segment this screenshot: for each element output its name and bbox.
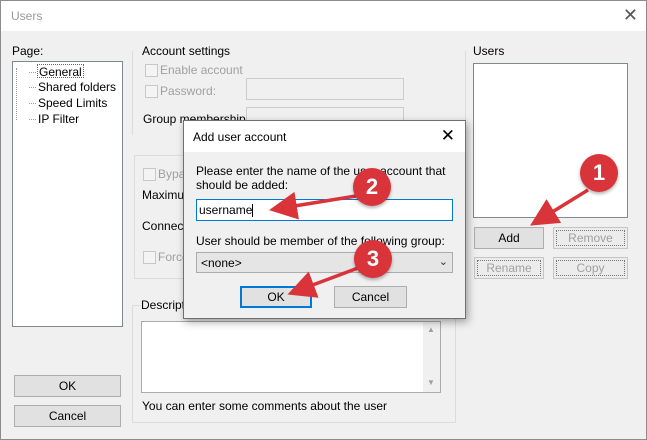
dialog-title: Add user account bbox=[193, 130, 287, 144]
username-input[interactable]: username bbox=[196, 199, 453, 221]
account-settings-title: Account settings bbox=[142, 44, 231, 58]
tree-item-shared-folders[interactable]: Shared folders bbox=[28, 80, 116, 94]
group-select-value: <none> bbox=[201, 256, 242, 270]
add-user-label: Add bbox=[498, 231, 520, 245]
users-label: Users bbox=[473, 44, 505, 58]
password-label: Password: bbox=[160, 84, 217, 98]
page-tree[interactable]: General Shared folders Speed Limits IP F… bbox=[12, 61, 123, 327]
copy-user-label: Copy bbox=[576, 261, 605, 275]
comments-scrollbar[interactable]: ▲ ▼ bbox=[423, 322, 440, 392]
tree-item-ip-filter[interactable]: IP Filter bbox=[28, 112, 79, 126]
comments-hint: You can enter some comments about the us… bbox=[142, 399, 388, 413]
bypass-checkbox[interactable] bbox=[143, 168, 156, 181]
enable-account-checkbox[interactable] bbox=[145, 64, 158, 77]
dialog-prompt: Please enter the name of the user accoun… bbox=[196, 164, 446, 192]
rename-user-button[interactable]: Rename bbox=[474, 257, 544, 279]
force-checkbox[interactable] bbox=[143, 251, 156, 264]
dialog-ok-label: OK bbox=[267, 290, 285, 304]
chevron-down-icon[interactable]: ⌄ bbox=[439, 255, 448, 268]
copy-user-button[interactable]: Copy bbox=[553, 257, 628, 279]
page-label: Page: bbox=[12, 44, 44, 58]
comments-textarea[interactable]: ▲ ▼ bbox=[141, 321, 441, 393]
close-icon[interactable]: ✕ bbox=[623, 5, 638, 25]
title-bar: Users ✕ bbox=[1, 1, 646, 31]
scroll-down-icon[interactable]: ▼ bbox=[427, 378, 435, 387]
main-ok-button[interactable]: OK bbox=[14, 375, 121, 397]
tree-item-speed-limits[interactable]: Speed Limits bbox=[28, 96, 107, 110]
dialog-cancel-label: Cancel bbox=[351, 290, 390, 304]
dialog-title-bar: Add user account ✕ bbox=[184, 121, 465, 152]
main-cancel-button[interactable]: Cancel bbox=[14, 405, 121, 427]
group-prompt: User should be member of the following g… bbox=[196, 234, 445, 248]
username-input-value: username bbox=[199, 203, 253, 217]
tree-connector bbox=[16, 68, 17, 120]
password-checkbox[interactable] bbox=[145, 85, 158, 98]
remove-user-label: Remove bbox=[568, 231, 613, 245]
scroll-up-icon[interactable]: ▲ bbox=[427, 325, 435, 334]
rename-user-label: Rename bbox=[486, 261, 532, 275]
tree-item-general[interactable]: General bbox=[29, 64, 84, 79]
users-list[interactable] bbox=[473, 63, 628, 218]
add-user-dialog: Add user account ✕ Please enter the name… bbox=[183, 120, 466, 319]
dialog-cancel-button[interactable]: Cancel bbox=[334, 286, 407, 308]
password-field[interactable] bbox=[246, 78, 404, 100]
dialog-ok-button[interactable]: OK bbox=[240, 286, 312, 308]
remove-user-button[interactable]: Remove bbox=[553, 227, 628, 249]
group-select[interactable]: <none> ⌄ bbox=[196, 252, 453, 273]
add-user-button[interactable]: Add bbox=[474, 227, 544, 249]
window-title: Users bbox=[11, 9, 43, 23]
annotation-marker-2: 2 bbox=[353, 168, 391, 206]
annotation-marker-1: 1 bbox=[580, 154, 618, 192]
text-caret bbox=[252, 204, 254, 218]
annotation-marker-3: 3 bbox=[354, 240, 392, 278]
dialog-close-icon[interactable]: ✕ bbox=[441, 126, 455, 146]
enable-account-label: Enable account bbox=[160, 63, 243, 77]
